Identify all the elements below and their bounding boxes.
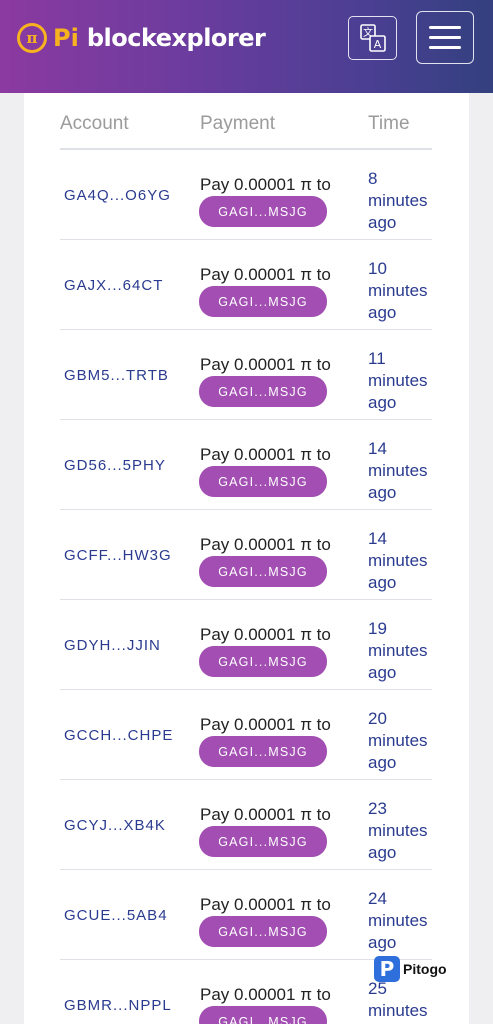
time-link[interactable]: 8 minutes ago (368, 168, 438, 234)
destination-account-badge[interactable]: GAGI...MSJG (199, 466, 327, 497)
account-link[interactable]: GA4Q...O6YG (64, 150, 171, 240)
svg-text:A: A (373, 38, 381, 51)
table-row: GBM5...TRTB Pay 0.00001 π to GAGI...MSJG… (60, 330, 432, 420)
column-header-payment: Payment (200, 113, 275, 134)
pitogo-watermark: P Pitogo (374, 954, 454, 984)
pitogo-logo-icon: P (374, 956, 400, 982)
time-link[interactable]: 14 minutes ago (368, 528, 438, 594)
menu-bar (429, 26, 461, 29)
destination-account-badge[interactable]: GAGI...MSJG (199, 556, 327, 587)
time-link[interactable]: 19 minutes ago (368, 618, 438, 684)
table-row: GCYJ...XB4K Pay 0.00001 π to GAGI...MSJG… (60, 780, 432, 870)
time-link[interactable]: 24 minutes ago (368, 888, 438, 954)
transactions-card: Account Payment Time GA4Q...O6YG Pay 0.0… (24, 93, 469, 1024)
account-link[interactable]: GCCH...CHPE (64, 690, 173, 780)
translate-icon: 文 A (359, 24, 386, 52)
table-row: GCUE...5AB4 Pay 0.00001 π to GAGI...MSJG… (60, 870, 432, 960)
account-link[interactable]: GCUE...5AB4 (64, 870, 168, 960)
destination-account-badge[interactable]: GAGI...MSJG (199, 376, 327, 407)
time-link[interactable]: 25 minutes ago (368, 978, 438, 1024)
logo-brand-text: blockexplorer (86, 24, 266, 52)
translate-button[interactable]: 文 A (348, 16, 397, 60)
column-header-account: Account (60, 113, 129, 134)
destination-account-badge[interactable]: GAGI...MSJG (199, 646, 327, 677)
pi-coin-icon: π (17, 23, 47, 53)
account-link[interactable]: GCYJ...XB4K (64, 780, 166, 870)
payment-text: Pay 0.00001 π to (200, 895, 331, 914)
site-logo[interactable]: π Pi blockexplorer (17, 22, 266, 54)
table-header: Account Payment Time (60, 93, 432, 150)
table-row: GCCH...CHPE Pay 0.00001 π to GAGI...MSJG… (60, 690, 432, 780)
pitogo-watermark-text: Pitogo (403, 961, 447, 977)
account-link[interactable]: GAJX...64CT (64, 240, 163, 330)
time-link[interactable]: 20 minutes ago (368, 708, 438, 774)
app-header: π Pi blockexplorer 文 A (0, 0, 493, 93)
destination-account-badge[interactable]: GAGI...MSJG (199, 916, 327, 947)
column-header-time: Time (368, 113, 410, 134)
account-link[interactable]: GBMR...NPPL (64, 960, 172, 1024)
account-link[interactable]: GD56...5PHY (64, 420, 166, 510)
account-link[interactable]: GCFF...HW3G (64, 510, 172, 600)
payment-text: Pay 0.00001 π to (200, 985, 331, 1004)
menu-bar (429, 46, 461, 49)
payment-text: Pay 0.00001 π to (200, 265, 331, 284)
table-row: GDYH...JJIN Pay 0.00001 π to GAGI...MSJG… (60, 600, 432, 690)
menu-bar (429, 36, 461, 39)
payment-text: Pay 0.00001 π to (200, 715, 331, 734)
time-link[interactable]: 11 minutes ago (368, 348, 438, 414)
account-link[interactable]: GBM5...TRTB (64, 330, 169, 420)
table-row: GA4Q...O6YG Pay 0.00001 π to GAGI...MSJG… (60, 150, 432, 240)
time-link[interactable]: 23 minutes ago (368, 798, 438, 864)
logo-pi-text: Pi (53, 24, 79, 52)
payment-text: Pay 0.00001 π to (200, 355, 331, 374)
payment-text: Pay 0.00001 π to (200, 805, 331, 824)
destination-account-badge[interactable]: GAGI...MSJG (199, 1006, 327, 1024)
destination-account-badge[interactable]: GAGI...MSJG (199, 736, 327, 767)
account-link[interactable]: GDYH...JJIN (64, 600, 161, 690)
payment-text: Pay 0.00001 π to (200, 175, 331, 194)
table-row: GCFF...HW3G Pay 0.00001 π to GAGI...MSJG… (60, 510, 432, 600)
time-link[interactable]: 14 minutes ago (368, 438, 438, 504)
destination-account-badge[interactable]: GAGI...MSJG (199, 286, 327, 317)
hamburger-menu-button[interactable] (416, 11, 474, 64)
payment-text: Pay 0.00001 π to (200, 625, 331, 644)
payments-table: Account Payment Time GA4Q...O6YG Pay 0.0… (60, 93, 432, 1024)
table-row: GAJX...64CT Pay 0.00001 π to GAGI...MSJG… (60, 240, 432, 330)
payment-text: Pay 0.00001 π to (200, 535, 331, 554)
destination-account-badge[interactable]: GAGI...MSJG (199, 196, 327, 227)
payment-text: Pay 0.00001 π to (200, 445, 331, 464)
destination-account-badge[interactable]: GAGI...MSJG (199, 826, 327, 857)
time-link[interactable]: 10 minutes ago (368, 258, 438, 324)
table-row: GD56...5PHY Pay 0.00001 π to GAGI...MSJG… (60, 420, 432, 510)
